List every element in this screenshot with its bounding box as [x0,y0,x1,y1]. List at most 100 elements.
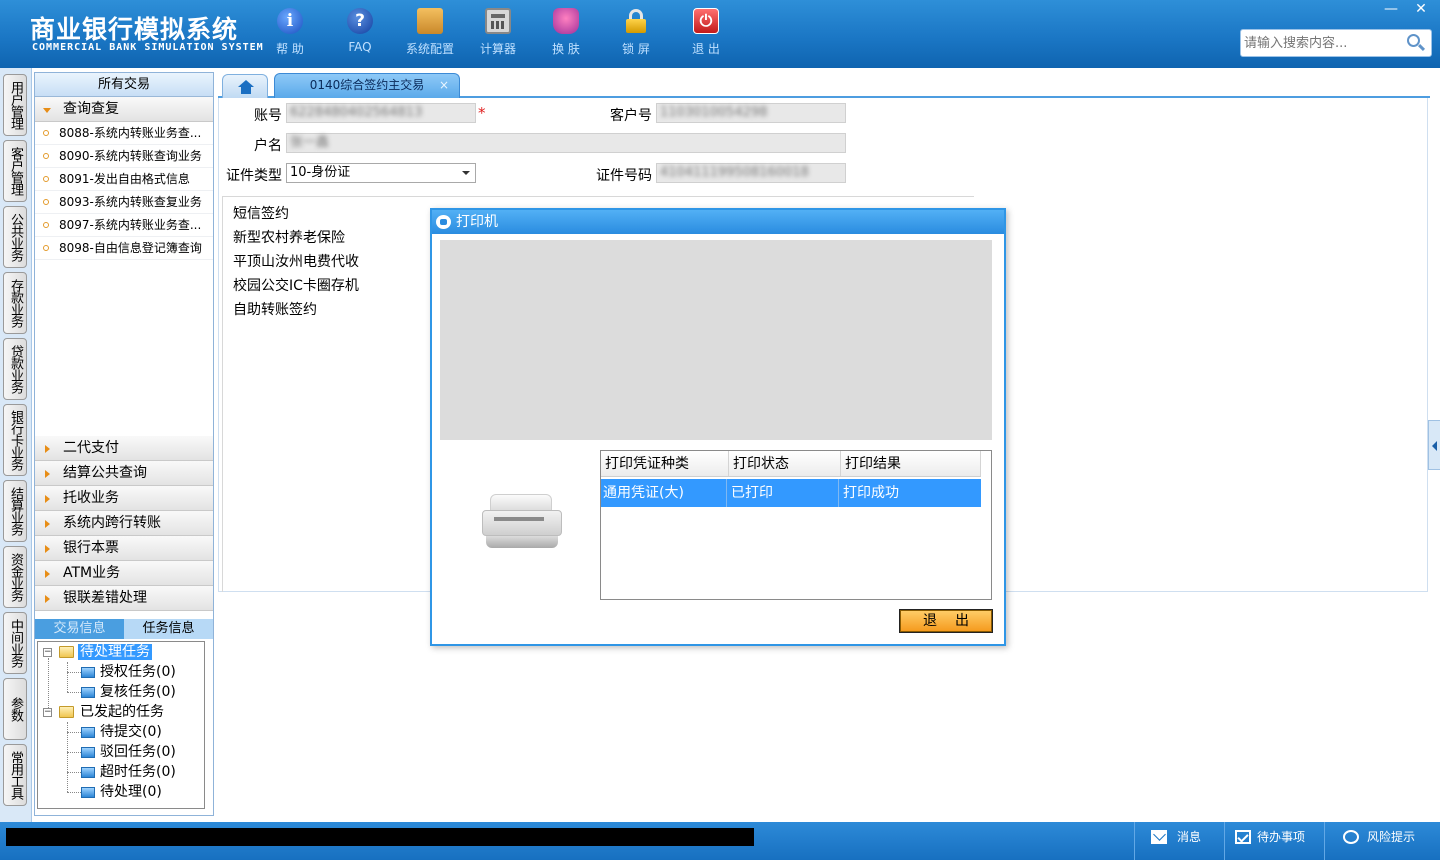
calculator-button[interactable]: 计算器 [468,8,528,57]
category-query-reply[interactable]: 查询查复 [35,97,213,122]
vtab-public-business[interactable]: 公共业务 [3,206,27,268]
tree-node-initiated-tasks[interactable]: 已发起的任务 [80,702,164,722]
transaction-item[interactable]: 8088-系统内转账业务查... [35,122,213,145]
caret-right-icon [45,545,50,553]
category-item[interactable]: 结算公共查询 [35,461,213,486]
caret-right-icon [45,470,50,478]
tree-line [67,692,81,693]
service-item[interactable]: 校园公交IC卡圈存机 [233,275,359,295]
tab-task-info[interactable]: 任务信息 [124,619,213,639]
skin-button[interactable]: 换 肤 [536,8,596,57]
customer-no-field[interactable]: 1103010054298 [656,103,846,123]
caret-down-icon [43,108,51,113]
search-icon[interactable] [1407,34,1426,52]
transaction-item[interactable]: 8090-系统内转账查询业务 [35,145,213,168]
exit-app-label: 退 出 [692,42,720,56]
vtab-common-tools[interactable]: 常用工具 [3,744,27,806]
category-item[interactable]: 托收业务 [35,486,213,511]
service-item[interactable]: 新型农村养老保险 [233,227,345,247]
task-icon [81,727,95,738]
faq-button[interactable]: ? FAQ [330,8,390,54]
category-item[interactable]: 银行本票 [35,536,213,561]
service-item[interactable]: 自助转账签约 [233,299,317,319]
collapse-toggle[interactable]: − [43,708,52,717]
caret-right-icon [45,495,50,503]
module-tabs: 用户管理 客户管理 公共业务 存款业务 贷款业务 银行卡业务 结算业务 资金业务… [0,68,32,822]
id-no-label: 证件号码 [596,168,652,184]
messages-button[interactable]: 消息 [1134,822,1224,860]
tree-node-auth-tasks[interactable]: 授权任务(0) [100,662,176,682]
name-field[interactable]: 张一鑫 [286,133,846,153]
vtab-deposit-business[interactable]: 存款业务 [3,272,27,334]
column-header[interactable]: 打印凭证种类 [601,451,729,476]
todo-button[interactable]: 待办事项 [1224,822,1324,860]
collapse-toggle[interactable]: − [43,648,52,657]
bullet-icon [43,176,49,182]
tree-node-rejected[interactable]: 驳回任务(0) [100,742,176,762]
tab-comprehensive-signing[interactable]: 0140综合签约主交易 × [274,73,460,98]
tree-node-pending-tasks[interactable]: 待处理任务 [78,642,152,662]
vtab-customer-management[interactable]: 客户管理 [3,140,27,202]
vtab-bank-card-business[interactable]: 银行卡业务 [3,404,27,476]
chat-bubble-icon [1343,830,1359,844]
right-panel-toggle[interactable] [1428,420,1440,470]
tab-home[interactable] [222,74,268,98]
service-item[interactable]: 平顶山汝州电费代收 [233,251,359,271]
lock-screen-label: 锁 屏 [622,42,650,56]
tree-node-to-process[interactable]: 待处理(0) [100,782,162,802]
tree-line [67,752,81,753]
minimize-button[interactable]: — [1376,0,1406,18]
tree-line [48,658,49,714]
calculator-label: 计算器 [479,42,516,56]
tab-transaction-info[interactable]: 交易信息 [35,619,124,639]
close-window-button[interactable]: ✕ [1406,0,1436,18]
vtab-settlement-business[interactable]: 结算业务 [3,480,27,542]
vtab-loan-business[interactable]: 贷款业务 [3,338,27,400]
tree-node-review-tasks[interactable]: 复核任务(0) [100,682,176,702]
category-item[interactable]: 系统内跨行转账 [35,511,213,536]
vtab-user-management[interactable]: 用户管理 [3,74,27,136]
id-type-select[interactable]: 10-身份证 [286,163,476,183]
printer-dialog-icon [436,215,451,229]
column-header[interactable]: 打印状态 [729,451,841,476]
vtab-fund-business[interactable]: 资金业务 [3,546,27,608]
id-no-field[interactable]: 410411199508160018 [656,163,846,183]
bullet-icon [43,222,49,228]
help-button[interactable]: i 帮 助 [260,8,320,57]
transaction-item[interactable]: 8091-发出自由格式信息 [35,168,213,191]
table-row[interactable]: 通用凭证(大) 已打印 打印成功 [601,479,981,507]
risk-alert-button[interactable]: 风险提示 [1324,822,1440,860]
risk-alert-label: 风险提示 [1367,830,1416,844]
tree-line [67,792,81,793]
exit-button[interactable]: 退出 [899,609,993,633]
tree-node-timeout[interactable]: 超时任务(0) [100,762,176,782]
task-icon [81,667,95,678]
caret-right-icon [45,520,50,528]
printer-dialog-titlebar: 打印机 [432,210,1004,234]
category-item[interactable]: 银联差错处理 [35,586,213,611]
column-header[interactable]: 打印结果 [841,451,981,476]
transaction-item[interactable]: 8097-系统内转账业务查... [35,214,213,237]
lock-screen-button[interactable]: 锁 屏 [606,8,666,57]
tree-node-to-submit[interactable]: 待提交(0) [100,722,162,742]
tab-close-icon[interactable]: × [439,74,449,97]
app-header: 商业银行模拟系统 COMMERCIAL BANK SIMULATION SYST… [0,0,1440,68]
account-field[interactable]: 6228480402564813 [286,103,476,123]
system-config-button[interactable]: 系统配置 [400,8,460,57]
service-item[interactable]: 短信签约 [233,203,289,223]
transaction-panel: 所有交易 查询查复 8088-系统内转账业务查... 8090-系统内转账查询业… [34,72,214,816]
vtab-intermediary-business[interactable]: 中间业务 [3,612,27,674]
print-preview-area [440,240,992,440]
transaction-item[interactable]: 8098-自由信息登记簿查询 [35,237,213,260]
messages-label: 消息 [1177,830,1202,844]
print-status-table: 打印凭证种类 打印状态 打印结果 通用凭证(大) 已打印 打印成功 [600,450,992,600]
transaction-panel-title: 所有交易 [35,73,213,97]
transaction-item[interactable]: 8093-系统内转账查复业务 [35,191,213,214]
tree-line [67,772,81,773]
category-item[interactable]: ATM业务 [35,561,213,586]
search-input[interactable] [1244,33,1404,53]
category-item[interactable]: 二代支付 [35,436,213,461]
exit-app-button[interactable]: ⏻ 退 出 [676,8,736,57]
vtab-parameters[interactable]: 参数 [3,678,27,740]
task-icon [81,767,95,778]
